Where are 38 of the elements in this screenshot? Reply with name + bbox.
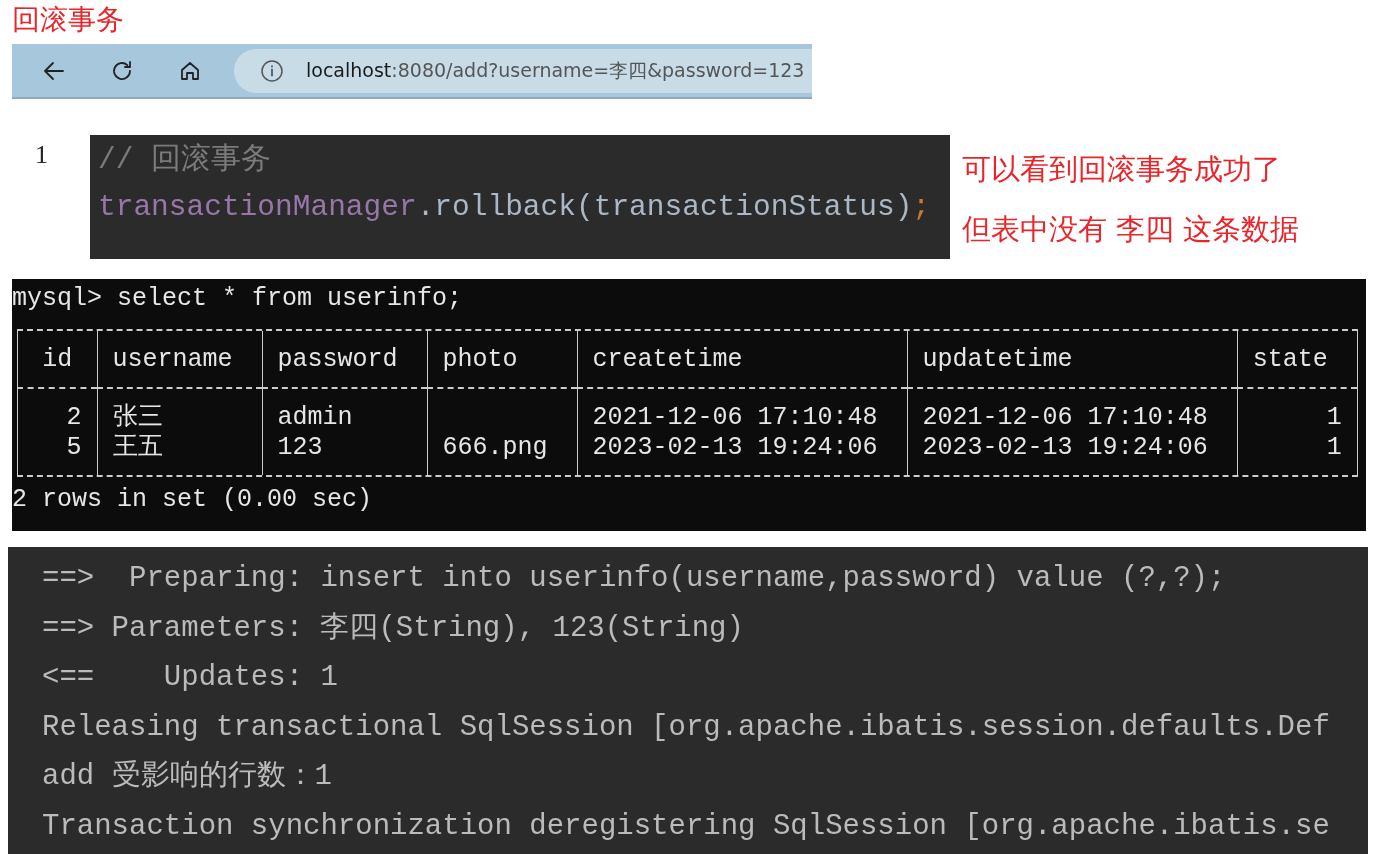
log-line: ==> Parameters: 李四(String), 123(String) [42,610,745,647]
command-line: mysql> select * from userinfo; [12,284,464,314]
annotation-text: 但表中没有 李四 这条数据 [962,211,1300,248]
column-header: state [1236,331,1357,389]
table-cell: 2 [17,389,97,433]
column-header: id [17,331,97,389]
table-cell: 1 [1236,389,1357,433]
column-header: updatetime [906,331,1237,389]
table-cell: admin [261,389,427,433]
line-number: 1 [34,139,49,171]
table-cell: 2023-02-13 19:24:06 [576,433,907,475]
table-cell: 2021-12-06 17:10:48 [906,389,1237,433]
address-bar[interactable]: localhost:8080/add?username=李四&password=123 [234,48,812,93]
result-summary: 2 rows in set (0.00 sec) [12,485,374,515]
table-cell: 张三 [96,389,262,433]
table-cell: 2023-02-13 19:24:06 [906,433,1237,475]
table-cell: 666.png [426,433,577,475]
table-cell: 123 [261,433,427,475]
column-header: createtime [576,331,907,389]
log-line: <== Updates: 1 [42,660,339,696]
code-line: transactionManager.rollback(transactionStatus); [98,189,932,226]
table-cell: 王五 [96,433,262,475]
table-cell: 1 [1236,433,1357,475]
column-header: password [261,331,427,389]
annotation-text: 可以看到回滚事务成功了 [962,151,1282,188]
table-cell: 5 [17,433,97,475]
log-line: Transaction synchronization deregistering SqlSession [org.apache.ibatis.se [42,808,1331,845]
log-line: add 受影响的行数：1 [42,759,333,795]
url-text: localhost:8080/add?username=李四&password=123 [306,58,805,84]
log-line: ==> Preparing: insert into userinfo(username,password) value (?,?); [42,561,1227,597]
log-line: Releasing transactional SqlSession [org.apache.ibatis.session.defaults.Def [42,709,1331,746]
code-line: // 回滚事务 [98,142,273,179]
info-icon [260,58,284,83]
reload-icon[interactable] [110,58,134,83]
column-header: username [96,331,262,389]
table-cell: 2021-12-06 17:10:48 [576,389,907,433]
column-header: photo [426,331,577,389]
page-heading: 回滚事务 [11,2,125,38]
